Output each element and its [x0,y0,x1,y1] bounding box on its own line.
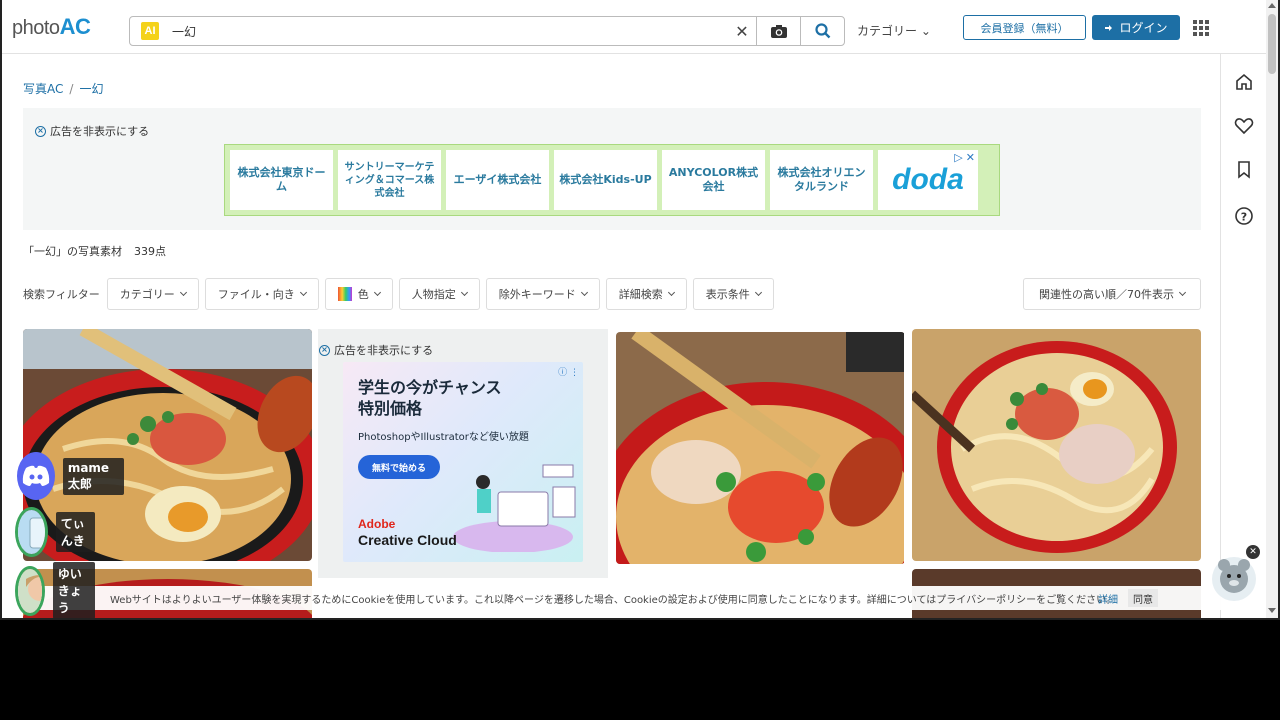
overlay-username: ゆいきょう [52,562,96,619]
search-input[interactable] [172,18,728,44]
camera-icon [770,24,787,38]
discord-icon [17,452,55,500]
sort-dropdown[interactable]: 関連性の高い順／70件表示 [1023,278,1201,310]
result-count: 「一幻」の写真素材 339点 [23,245,166,258]
filter-bar: 検索フィルター カテゴリー ファイル・向き 色 人物指定 除外キーワード 詳細検… [23,278,780,310]
register-button[interactable]: 会員登録（無料） [963,15,1086,40]
ad-headline: 学生の今がチャンス [358,378,502,397]
doda-logo[interactable]: doda ▷ ✕ [878,150,978,210]
filter-file-orientation[interactable]: ファイル・向き [204,278,319,310]
creative-cloud-brand: Creative Cloud [358,532,457,548]
overlay-username: mame太郎 [62,457,125,495]
filter-category[interactable]: カテゴリー [106,278,199,310]
user-avatar [15,565,45,616]
ad-info-icon[interactable]: ⓘ ⋮ [558,365,579,378]
hide-ad-button[interactable]: × 広告を非表示にする [35,123,149,139]
cookie-agree-button[interactable]: 同意 [1128,589,1158,607]
filter-color[interactable]: 色 [324,278,393,310]
overlay-user: ゆいきょう [15,562,96,619]
close-circle-icon: × [35,125,46,137]
close-circle-icon: × [319,344,330,356]
ad-company[interactable]: ANYCOLOR株式会社 [662,150,765,210]
ad-choices-icon[interactable]: ▷ ✕ [954,151,975,164]
ad-company[interactable]: エーザイ株式会社 [446,150,549,210]
search-button[interactable] [800,17,844,45]
hide-ad-button-2[interactable]: × 広告を非表示にする [319,342,433,358]
search-icon [814,23,830,39]
ad-tile: × 広告を非表示にする ⓘ ⋮ 学生の今がチャンス 特別価格 PhotoshopやI… [318,329,608,578]
apps-grid-icon[interactable] [1193,20,1209,36]
breadcrumb-home[interactable]: 写真AC [23,82,63,96]
filter-person[interactable]: 人物指定 [398,278,480,310]
browser-viewport: photoAC AI ✕ カテゴリー ⌄ 会員登録（無料） ログイン [0,0,1280,620]
cookie-detail-link[interactable]: 詳細 [1098,591,1118,606]
ad-banner[interactable]: 株式会社東京ドーム サントリーマーケティング＆コマース株式会社 エーザイ株式会社… [224,144,1000,216]
ad-headline-2: 特別価格 [358,398,423,418]
search-bar: AI ✕ [129,16,845,46]
creative-cloud-ad[interactable]: ⓘ ⋮ 学生の今がチャンス 特別価格 PhotoshopやIllustratorな… [343,362,583,562]
scroll-down-arrow-icon[interactable] [1268,608,1276,613]
ad-company[interactable]: 株式会社オリエンタルランド [770,150,873,210]
overlay-username: てぃんき [55,512,96,552]
login-icon [1105,24,1113,31]
category-dropdown[interactable]: カテゴリー ⌄ [857,22,931,39]
ad-company[interactable]: サントリーマーケティング＆コマース株式会社 [338,150,441,210]
login-button[interactable]: ログイン [1092,15,1180,40]
cookie-notice: Webサイトはよりよいユーザー体験を実現するためにCookieを使用しています。… [0,586,1266,610]
ad-company[interactable]: 株式会社東京ドーム [230,150,333,210]
filter-display[interactable]: 表示条件 [692,278,774,310]
site-logo[interactable]: photoAC [12,14,91,40]
home-icon[interactable] [1233,71,1255,93]
color-swatch-icon [337,287,352,301]
ad-company[interactable]: 株式会社Kids-UP [554,150,657,210]
heart-icon[interactable] [1233,115,1255,137]
user-avatar [15,507,48,557]
svg-text:?: ? [1241,211,1247,224]
overlay-user: てぃんき [15,507,96,557]
close-icon[interactable]: ✕ [1246,545,1260,559]
overlay-user: mame太郎 [17,452,125,500]
image-search-button[interactable] [756,17,800,45]
photo-ramen-2[interactable] [616,332,905,564]
help-icon[interactable]: ? [1233,205,1255,227]
cookie-text: Webサイトはよりよいユーザー体験を実現するためにCookieを使用しています。… [110,594,1117,606]
side-rail: ? [1220,54,1266,620]
filter-label: 検索フィルター [23,288,100,301]
photo-ramen-3[interactable] [912,329,1201,561]
bookmark-icon[interactable] [1233,159,1255,181]
ai-search-badge[interactable]: AI [141,22,159,40]
site-header: photoAC AI ✕ カテゴリー ⌄ 会員登録（無料） ログイン [0,0,1266,54]
ad-subtext: PhotoshopやIllustratorなど使い放題 [358,432,529,443]
page-scrollbar[interactable] [1266,0,1278,620]
mascot-chat-widget[interactable]: ✕ [1208,545,1260,603]
filter-advanced[interactable]: 詳細検索 [605,278,687,310]
scroll-thumb[interactable] [1268,14,1276,74]
breadcrumb: 写真AC / 一幻 [23,82,104,96]
clear-search-icon[interactable]: ✕ [728,22,756,41]
scroll-up-arrow-icon[interactable] [1268,3,1276,8]
adobe-brand: Adobe [358,517,396,531]
filter-exclude-keyword[interactable]: 除外キーワード [485,278,600,310]
top-ad-area: × 広告を非表示にする 株式会社東京ドーム サントリーマーケティング＆コマース株式… [23,108,1201,230]
ad-cta-button[interactable]: 無料で始める [358,455,440,479]
ad-illustration [453,464,576,552]
breadcrumb-current[interactable]: 一幻 [79,82,103,96]
